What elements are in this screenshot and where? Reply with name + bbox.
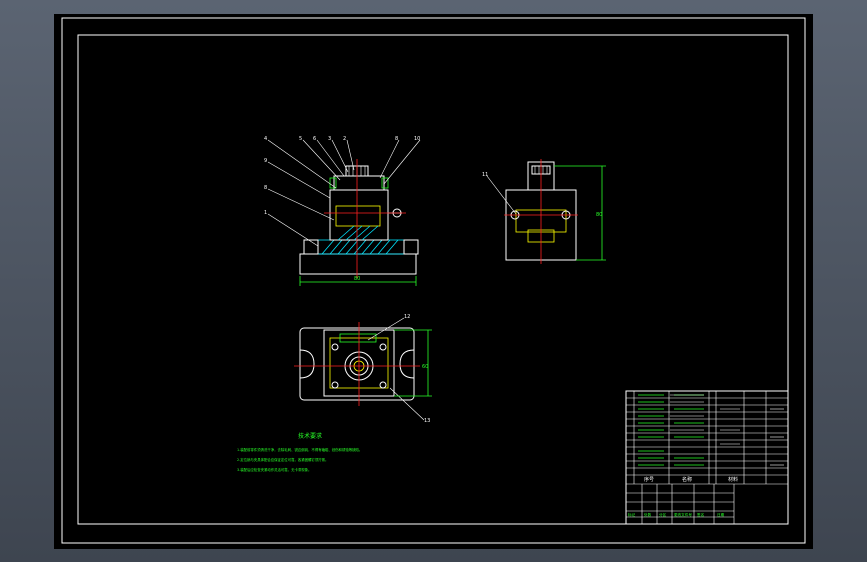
balloon-3: 3 <box>328 136 331 142</box>
base-hatch <box>321 239 399 255</box>
top-dim-text: 60 <box>422 364 428 370</box>
balloon-5: 5 <box>299 136 302 142</box>
tb-label-change: 更改文件号 <box>674 512 692 517</box>
front-view: 4 5 6 3 2 8 10 9 8 1 80 <box>264 136 420 286</box>
notes-line-3: 3.装配后应检查夹紧动作灵活可靠，无卡滞现象。 <box>237 467 311 472</box>
balloon-1: 1 <box>264 210 267 216</box>
balloon-13: 13 <box>424 418 430 424</box>
clamp-body <box>329 189 389 241</box>
tb-label-date: 日期 <box>717 512 725 517</box>
balloon-2: 2 <box>343 136 346 142</box>
parts-list-grid <box>626 391 788 485</box>
title-block: 序号 名称 材料 标记 处数 分区 更改文件号 签名 日期 <box>625 390 789 525</box>
balloon-8b: 8 <box>264 185 267 191</box>
outer-frame <box>61 17 806 544</box>
tb-label-mark: 标记 <box>628 512 636 517</box>
slider-block <box>335 205 381 227</box>
title-block-frame <box>625 390 789 525</box>
base-hatch-box <box>317 239 405 255</box>
base-plate <box>299 253 417 275</box>
side-dim-text: 80 <box>596 212 602 218</box>
notes-line-1: 1.装配前零件须清洗干净，去除毛刺、锐边倒钝，不得有磕碰、划伤和锈蚀等缺陷。 <box>237 447 362 452</box>
balloon-8a: 8 <box>395 136 398 142</box>
technical-notes: 技术要求 1.装配前零件须清洗干净，去除毛刺、锐边倒钝，不得有磕碰、划伤和锈蚀等… <box>237 432 362 472</box>
title-lower-grid <box>626 484 735 524</box>
tb-header-material: 材料 <box>728 476 738 483</box>
inner-frame <box>77 34 789 525</box>
notes-title: 技术要求 <box>298 432 322 440</box>
top-plate <box>299 327 415 401</box>
balloon-9: 9 <box>264 158 267 164</box>
tb-header-no: 序号 <box>644 476 654 483</box>
tb-label-count: 处数 <box>644 512 652 517</box>
tb-label-sign: 签名 <box>697 512 705 517</box>
balloon-10: 10 <box>414 136 420 142</box>
title-lower-labels: 标记 处数 分区 更改文件号 签名 日期 <box>628 512 725 517</box>
drawing-sheet: 4 5 6 3 2 8 10 9 8 1 80 11 80 12 13 60 技… <box>61 17 806 544</box>
balloon-6: 6 <box>313 136 316 142</box>
side-view: 11 80 <box>482 159 606 264</box>
balloon-4: 4 <box>264 136 267 142</box>
tb-label-zone: 分区 <box>659 512 667 517</box>
top-view: 12 13 60 <box>294 314 432 424</box>
balloon-12: 12 <box>404 314 410 320</box>
cad-viewport[interactable]: 4 5 6 3 2 8 10 9 8 1 80 11 80 12 13 60 技… <box>54 14 813 549</box>
notes-line-2: 2.定位销与夹具体配合应保证定位可靠，各紧固螺钉须拧紧。 <box>237 457 328 462</box>
balloon-11: 11 <box>482 172 488 178</box>
front-dim-text: 80 <box>354 276 360 282</box>
tb-header-name: 名称 <box>682 476 692 483</box>
front-leaders <box>267 139 421 247</box>
